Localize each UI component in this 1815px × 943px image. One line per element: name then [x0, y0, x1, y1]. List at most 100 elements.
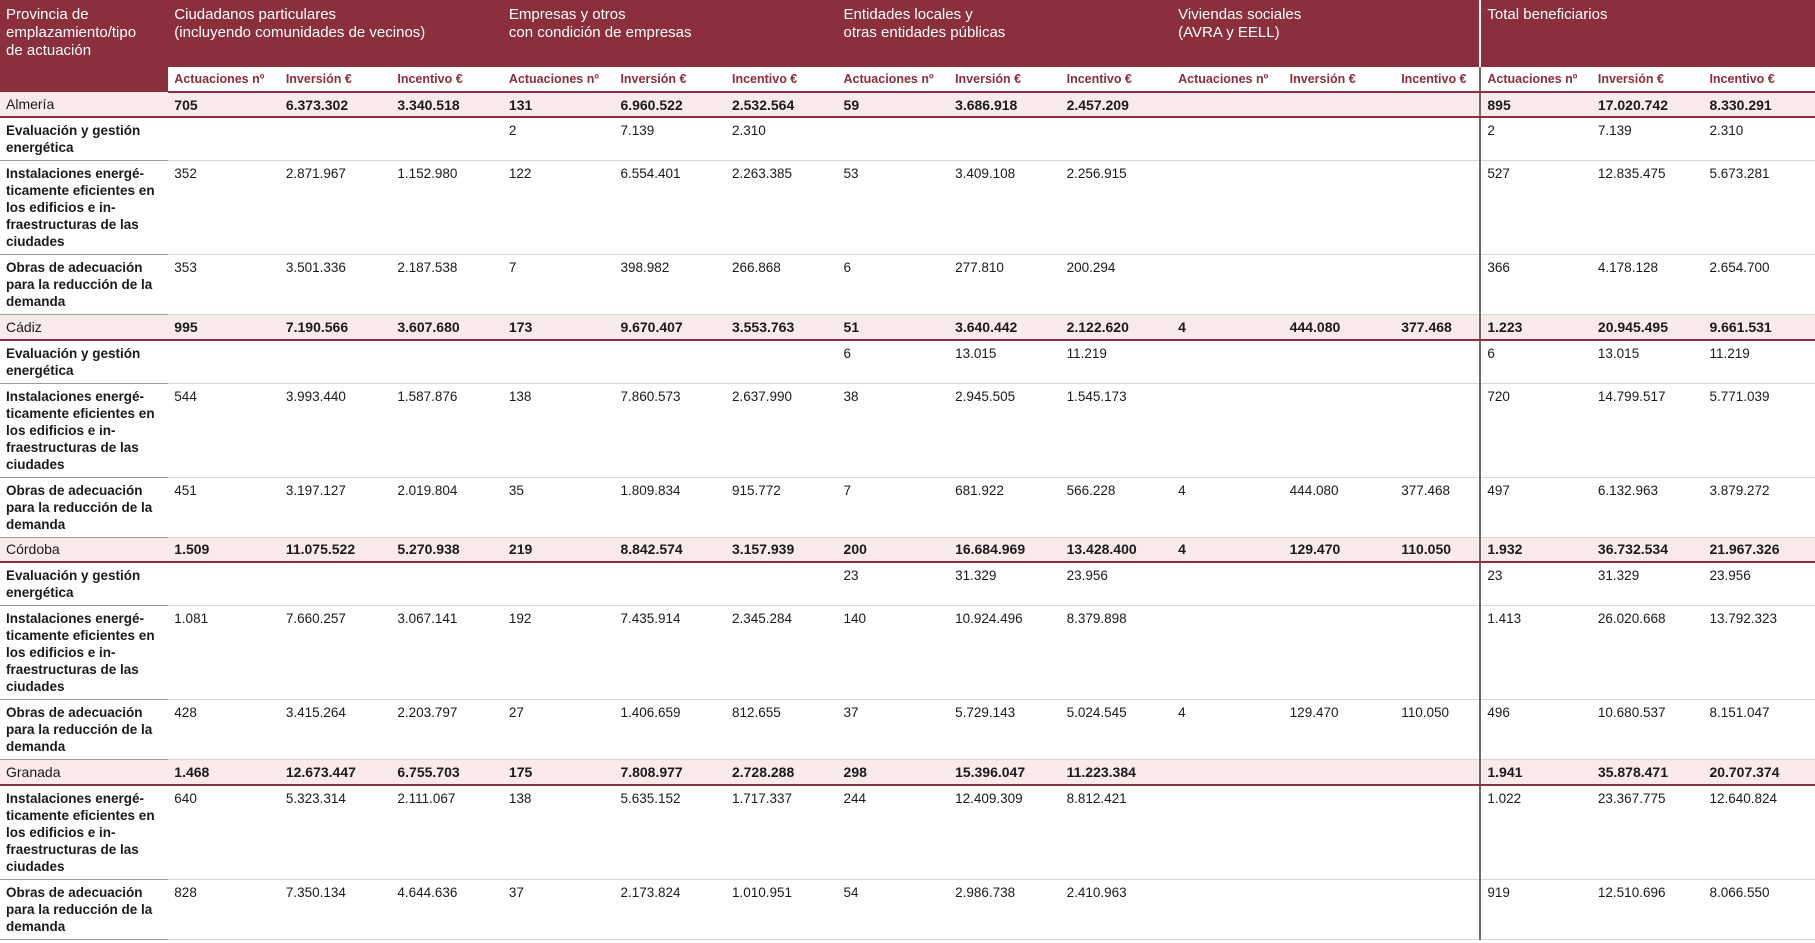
table-cell: 6.554.401 — [614, 160, 726, 255]
table-cell — [1060, 117, 1173, 161]
table-row: Obras de adecuación para la reducción de… — [0, 699, 1815, 760]
table-cell — [1283, 879, 1396, 940]
table-cell: 1.587.876 — [391, 383, 503, 478]
table-cell: 6.373.302 — [279, 92, 392, 118]
table-cell — [391, 562, 503, 606]
table-cell: 16.684.969 — [949, 537, 1061, 563]
table-cell: 110.050 — [1395, 699, 1481, 760]
table-cell: 20.945.495 — [1591, 314, 1704, 341]
table-cell: 2.457.209 — [1060, 92, 1173, 118]
subheader-actuaciones: Actuaciones nº — [837, 67, 950, 93]
table-cell: 9.661.531 — [1703, 314, 1815, 341]
table-cell — [614, 562, 726, 606]
table-cell — [1395, 254, 1481, 315]
table-cell: 11.223.384 — [1060, 759, 1173, 786]
table-cell: 192 — [502, 605, 615, 700]
table-cell: 122 — [502, 160, 615, 255]
table-cell — [1395, 759, 1481, 786]
table-cell: 8.151.047 — [1703, 699, 1815, 760]
table-cell: 59 — [837, 92, 950, 118]
table-row: Evaluación y gestión energética 23 31.329 2… — [0, 562, 1815, 606]
province-row: Córdoba 1.509 11.075.522 5.270.938 219 8.842.… — [0, 537, 1815, 563]
table-cell: 51 — [837, 314, 950, 341]
table-cell: 27 — [502, 699, 615, 760]
table-cell: 7.808.977 — [614, 759, 726, 786]
header-ciudadanos-label: Ciudadanos particulares (incluyendo comu… — [174, 6, 426, 41]
table-cell: 266.868 — [725, 254, 838, 315]
table-cell: 366 — [1479, 254, 1592, 315]
table-cell: 640 — [168, 784, 280, 880]
table-cell: 919 — [1479, 879, 1592, 940]
table-cell: 7.139 — [1591, 117, 1704, 161]
table-cell: 3.157.939 — [725, 537, 838, 563]
subheader-actuaciones: Actuaciones nº — [1479, 67, 1592, 93]
table-cell: 5.729.143 — [949, 699, 1061, 760]
table-cell — [1172, 759, 1284, 786]
table-cell: 7.350.134 — [279, 879, 392, 940]
table-cell: 527 — [1479, 160, 1592, 255]
table-cell: 200.294 — [1060, 254, 1173, 315]
table-cell: 6 — [837, 254, 950, 315]
subheader-incentivo: Incentivo € — [1395, 67, 1481, 93]
table-cell: 2.410.963 — [1060, 879, 1173, 940]
table-cell: 2.654.700 — [1703, 254, 1815, 315]
action-type-name: Evaluación y gestión energética — [0, 117, 169, 161]
table-cell: 6 — [1479, 339, 1592, 384]
table-body: Almería 705 6.373.302 3.340.518 131 6.960.522… — [0, 92, 1815, 940]
table-cell — [1283, 759, 1396, 786]
table-cell — [1395, 92, 1481, 118]
table-cell: 681.922 — [949, 477, 1061, 538]
table-cell: 8.330.291 — [1703, 92, 1815, 118]
table-cell: 398.982 — [614, 254, 726, 315]
table-cell: 496 — [1479, 699, 1592, 760]
table-cell: 298 — [837, 759, 950, 786]
table-cell — [1283, 383, 1396, 478]
table-cell: 21.967.326 — [1703, 537, 1815, 563]
table-cell: 13.015 — [1591, 339, 1704, 384]
table-cell — [1172, 92, 1284, 118]
table-cell — [1172, 254, 1284, 315]
table-cell: 895 — [1479, 92, 1592, 118]
table-cell: 140 — [837, 605, 950, 700]
table-cell: 915.772 — [725, 477, 838, 538]
table-cell: 11.075.522 — [279, 537, 392, 563]
subheader-inversion: Inversión € — [279, 67, 392, 93]
table-cell: 3.640.442 — [949, 314, 1061, 341]
table-cell: 2.345.284 — [725, 605, 838, 700]
table-cell — [1172, 339, 1284, 384]
table-row: Instalaciones energé-ticamente eficiente… — [0, 605, 1815, 700]
header-entidades: Entidades locales y otras entidades públ… — [837, 0, 1173, 67]
header-empresas: Empresas y otros con condición de empres… — [502, 0, 838, 67]
action-type-name: Instalaciones energé-ticamente eficiente… — [0, 784, 169, 880]
table-row: Obras de adecuación para la reducción de… — [0, 254, 1815, 315]
province-name: Cádiz — [0, 314, 169, 341]
table-cell: 1.010.951 — [725, 879, 838, 940]
table-cell: 444.080 — [1283, 314, 1396, 341]
table-cell: 6.755.703 — [391, 759, 503, 786]
table-cell: 37 — [502, 879, 615, 940]
header-province-type: Provincia de emplazamiento/tipo de actua… — [0, 0, 169, 92]
table-cell — [391, 339, 503, 384]
table-cell: 7.660.257 — [279, 605, 392, 700]
table-cell — [168, 562, 280, 606]
table-cell — [168, 339, 280, 384]
action-type-name: Instalaciones energé-ticamente eficiente… — [0, 160, 169, 255]
table-cell: 11.219 — [1060, 339, 1173, 384]
table-cell: 53 — [837, 160, 950, 255]
table-cell: 1.545.173 — [1060, 383, 1173, 478]
table-cell: 6 — [837, 339, 950, 384]
table-cell: 428 — [168, 699, 280, 760]
table-cell: 17.020.742 — [1591, 92, 1704, 118]
table-cell: 5.771.039 — [1703, 383, 1815, 478]
table-cell — [1172, 605, 1284, 700]
subheader-inversion: Inversión € — [1283, 67, 1396, 93]
action-type-name: Evaluación y gestión energética — [0, 339, 169, 384]
table-cell: 2 — [502, 117, 615, 161]
subheader-inversion: Inversión € — [949, 67, 1061, 93]
table-cell: 7.139 — [614, 117, 726, 161]
table-cell: 4 — [1172, 477, 1284, 538]
table-cell: 7 — [837, 477, 950, 538]
table-cell: 1.941 — [1479, 759, 1592, 786]
table-cell — [1395, 879, 1481, 940]
table-cell: 26.020.668 — [1591, 605, 1704, 700]
